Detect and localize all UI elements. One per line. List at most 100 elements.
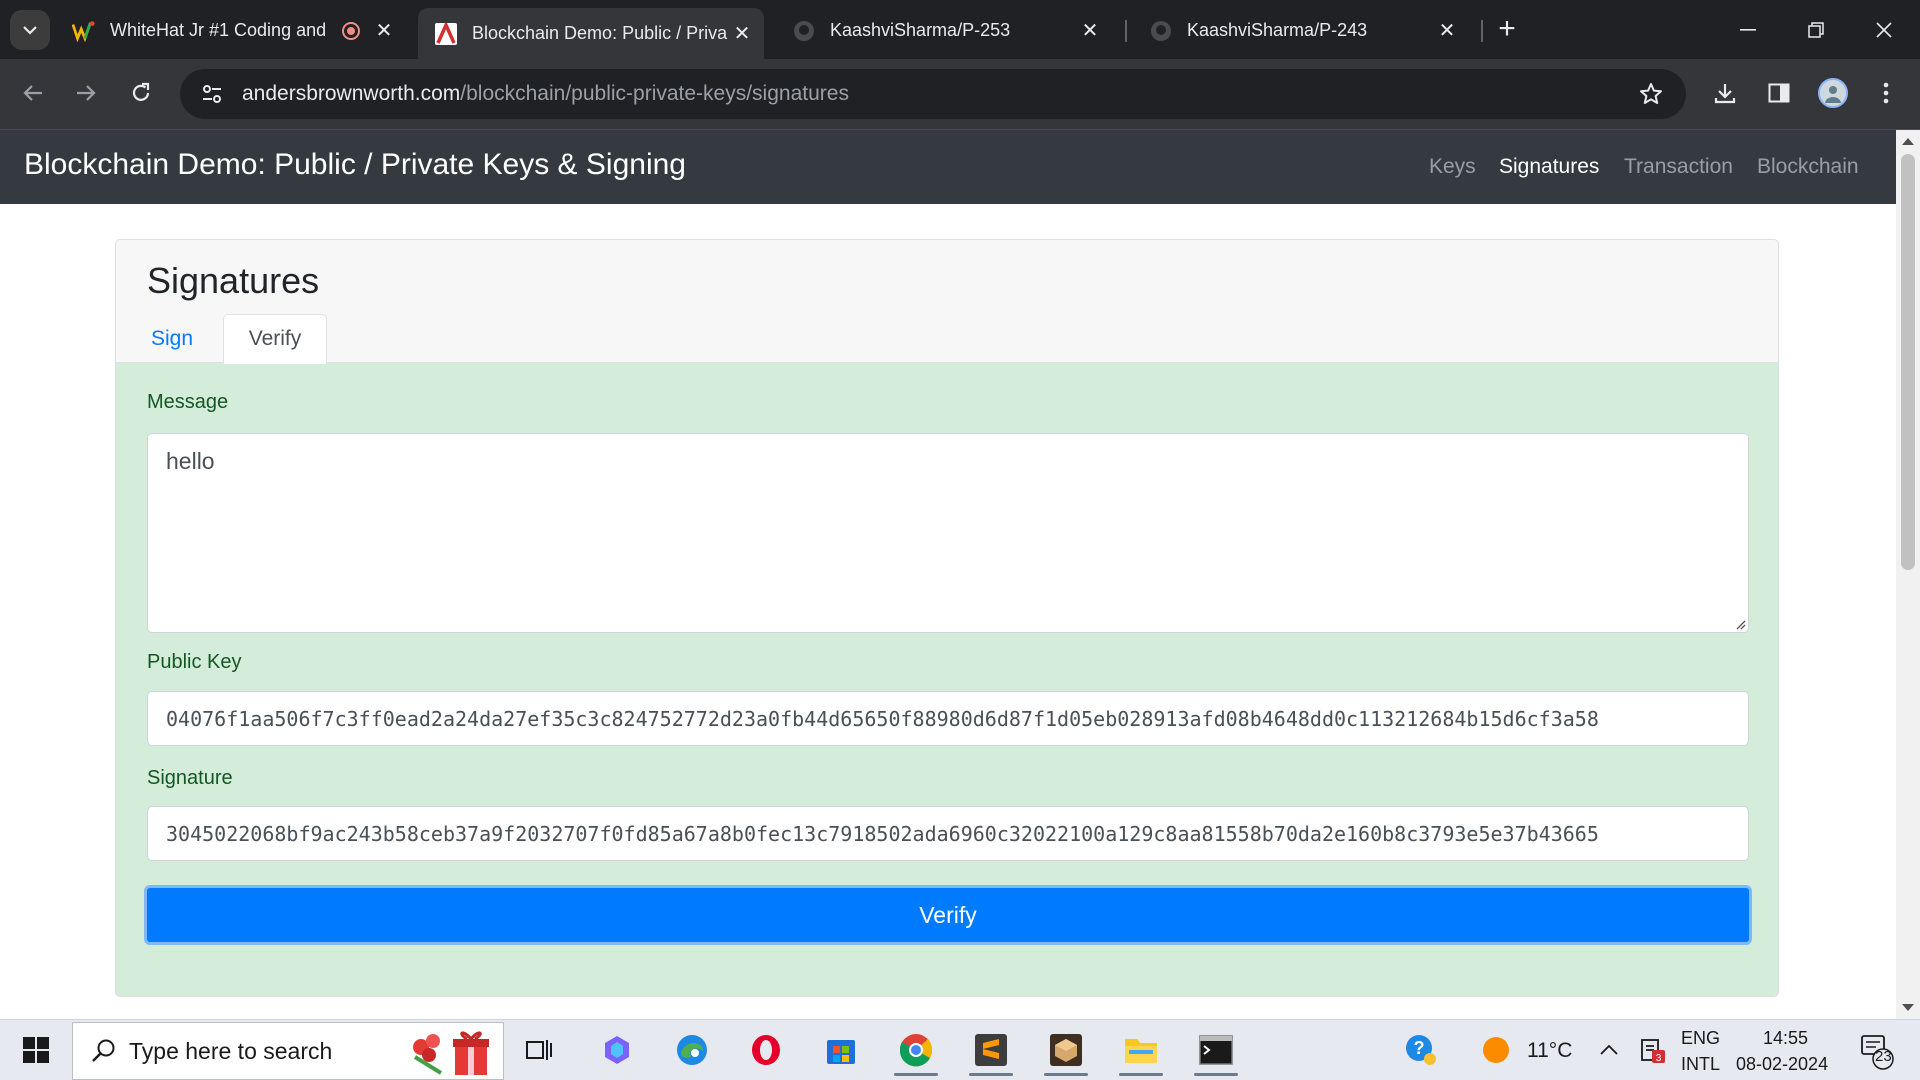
close-icon[interactable]: ✕ <box>372 19 396 43</box>
site-favicon-icon <box>434 22 458 46</box>
url-path: /blockchain/public-private-keys/signatur… <box>460 82 849 105</box>
message-label: Message <box>147 391 229 413</box>
site-info-icon[interactable] <box>192 74 232 114</box>
tab-sign[interactable]: Sign <box>136 314 208 363</box>
windows-logo-icon <box>23 1037 49 1063</box>
taskbar-copilot[interactable] <box>589 1026 645 1074</box>
chevron-down-icon <box>23 26 37 35</box>
taskbar-terminal[interactable] <box>1188 1026 1244 1076</box>
help-tray-button[interactable]: ? <box>1393 1026 1449 1074</box>
window-close-button[interactable] <box>1864 12 1904 48</box>
address-bar[interactable]: andersbrownworth.com/blockchain/public-p… <box>180 69 1686 119</box>
start-button[interactable] <box>8 1026 64 1074</box>
url-text[interactable]: andersbrownworth.com/blockchain/public-p… <box>242 82 849 106</box>
taskbar-chrome[interactable] <box>888 1026 944 1076</box>
browser-tab-github-p253[interactable]: KaashviSharma/P-253 ✕ <box>776 8 1112 53</box>
close-icon <box>1876 22 1892 38</box>
flowers-gift-icon <box>413 1031 489 1075</box>
tab-search-button[interactable] <box>10 10 50 50</box>
microsoft-store-icon <box>827 1040 855 1064</box>
chrome-icon <box>899 1034 933 1067</box>
opera-icon <box>752 1035 780 1065</box>
browser-tab-blockchain-demo[interactable]: Blockchain Demo: Public / Priva ✕ <box>418 8 764 59</box>
page-scrollbar[interactable] <box>1896 130 1920 1019</box>
tab-separator <box>1481 20 1483 42</box>
sublime-text-icon <box>975 1034 1007 1066</box>
scroll-down-icon[interactable] <box>1902 1004 1914 1011</box>
verify-button[interactable]: Verify <box>144 885 1752 945</box>
nav-link-blockchain[interactable]: Blockchain <box>1757 155 1859 179</box>
browser-toolbar: andersbrownworth.com/blockchain/public-p… <box>0 59 1920 130</box>
more-vertical-icon <box>1883 82 1889 104</box>
signature-input[interactable]: 3045022068bf9ac243b58ceb37a9f2032707f0fd… <box>147 806 1749 861</box>
site-brand[interactable]: Blockchain Demo: Public / Private Keys &… <box>24 148 686 182</box>
web-page: Blockchain Demo: Public / Private Keys &… <box>0 130 1896 1019</box>
close-icon[interactable]: ✕ <box>1435 19 1459 43</box>
clock-date[interactable]: 08-02-2024 <box>1736 1054 1828 1075</box>
nav-link-transaction[interactable]: Transaction <box>1624 155 1733 179</box>
browser-tab-strip: WhiteHat Jr #1 Coding and ✕ Blockchain D… <box>0 0 1920 59</box>
browser-tab-github-p243[interactable]: KaashviSharma/P-243 ✕ <box>1133 8 1469 53</box>
scroll-thumb[interactable] <box>1901 154 1915 570</box>
windows-taskbar: Type here to search ? 11°C 3 ENG INTL 14… <box>0 1019 1920 1080</box>
network-button[interactable]: 3 <box>1628 1026 1676 1074</box>
profile-button[interactable] <box>1813 73 1853 113</box>
scroll-up-icon[interactable] <box>1902 138 1914 145</box>
downloads-button[interactable] <box>1705 73 1745 113</box>
tab-title: KaashviSharma/P-253 <box>830 20 1011 40</box>
svg-text:3: 3 <box>1656 1053 1662 1064</box>
taskbar-edge[interactable] <box>664 1026 720 1074</box>
weather-widget[interactable] <box>1468 1026 1524 1074</box>
keyboard-layout[interactable]: INTL <box>1681 1054 1720 1075</box>
taskbar-store[interactable] <box>813 1026 869 1074</box>
back-button[interactable] <box>13 73 53 113</box>
tab-verify[interactable]: Verify <box>223 314 327 364</box>
whitehat-logo-icon <box>72 19 96 43</box>
close-icon[interactable]: ✕ <box>1078 19 1102 43</box>
github-icon <box>1149 19 1173 43</box>
card-header: Signatures Sign Verify <box>116 240 1778 364</box>
close-icon[interactable]: ✕ <box>730 22 754 46</box>
notifications-button[interactable]: 23 <box>1851 1026 1901 1074</box>
nav-link-keys[interactable]: Keys <box>1429 155 1476 179</box>
message-value: hello <box>166 448 215 474</box>
profile-icon <box>1825 86 1841 103</box>
resize-grip-icon[interactable] <box>1734 618 1746 630</box>
taskbar-search[interactable]: Type here to search <box>72 1022 504 1080</box>
github-icon <box>792 19 816 43</box>
bookmark-star-icon[interactable] <box>1634 77 1668 111</box>
menu-button[interactable] <box>1866 73 1906 113</box>
new-tab-button[interactable]: + <box>1491 14 1523 46</box>
signatures-card: Signatures Sign Verify Message hello Pub… <box>115 239 1779 997</box>
weather-temperature: 11°C <box>1527 1039 1573 1062</box>
language-code[interactable]: ENG <box>1681 1028 1720 1049</box>
public-key-value: 04076f1aa506f7c3ff0ead2a24da27ef35c3c824… <box>166 706 1599 731</box>
tab-title: KaashviSharma/P-243 <box>1187 20 1368 40</box>
browser-tab-whitehat[interactable]: WhiteHat Jr #1 Coding and ✕ <box>56 8 406 53</box>
nav-link-signatures[interactable]: Signatures <box>1499 155 1599 179</box>
taskbar-opera[interactable] <box>738 1026 794 1074</box>
signature-value: 3045022068bf9ac243b58ceb37a9f2032707f0fd… <box>166 821 1599 846</box>
task-view-button[interactable] <box>511 1026 567 1074</box>
minimize-icon <box>1740 29 1756 31</box>
notification-count: 23 <box>1875 1048 1892 1065</box>
forward-button[interactable] <box>66 73 106 113</box>
task-view-icon <box>526 1040 552 1060</box>
show-hidden-icons-button[interactable] <box>1589 1026 1629 1074</box>
taskbar-file-explorer[interactable] <box>1113 1026 1169 1076</box>
tab-title: Blockchain Demo: Public / Priva <box>472 23 728 43</box>
taskbar-sublime[interactable] <box>963 1026 1019 1076</box>
restore-button[interactable] <box>1796 12 1836 48</box>
reload-button[interactable] <box>121 73 161 113</box>
search-placeholder: Type here to search <box>129 1037 333 1064</box>
tab-title: WhiteHat Jr #1 Coding and <box>110 20 327 40</box>
clock-time[interactable]: 14:55 <box>1763 1028 1808 1049</box>
side-panel-button[interactable] <box>1759 73 1799 113</box>
taskbar-app-box[interactable] <box>1038 1026 1094 1076</box>
public-key-input[interactable]: 04076f1aa506f7c3ff0ead2a24da27ef35c3c824… <box>147 691 1749 746</box>
message-textarea[interactable]: hello <box>147 433 1749 633</box>
avatar <box>1818 78 1848 108</box>
restore-icon <box>1808 22 1824 38</box>
minimize-button[interactable] <box>1728 12 1768 48</box>
sun-icon <box>1483 1037 1509 1063</box>
